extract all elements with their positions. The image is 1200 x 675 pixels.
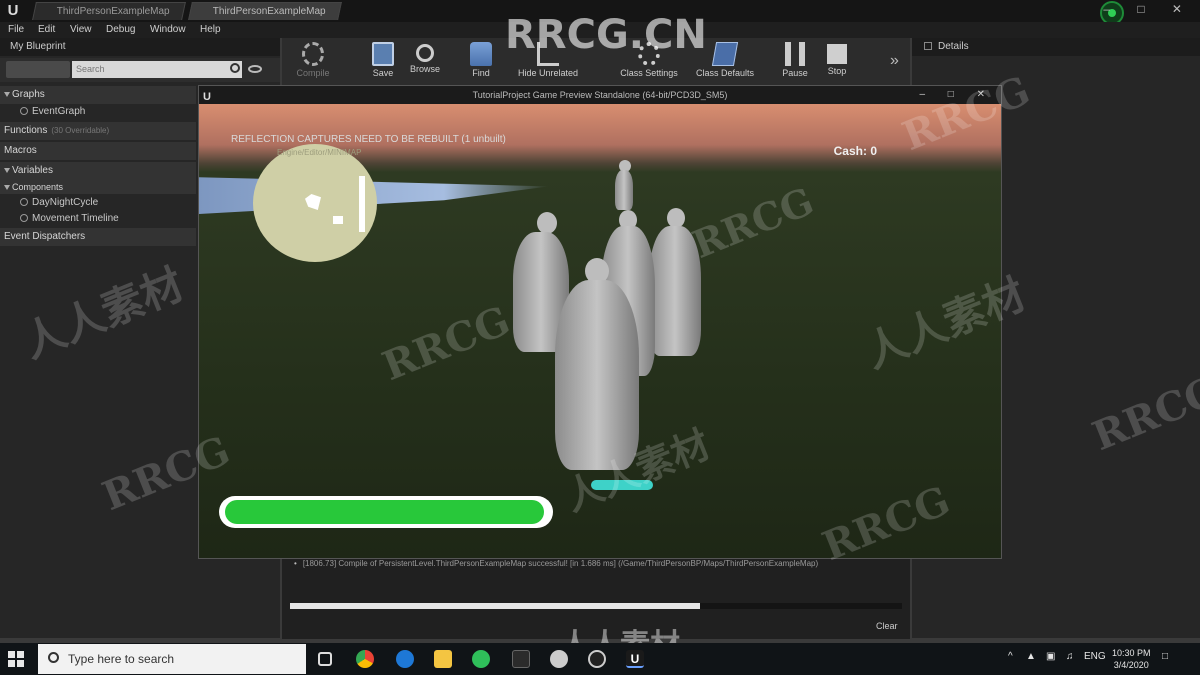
component-item-daynightcycle[interactable]: DayNightCycle	[0, 195, 196, 211]
unreal-logo-icon: U	[7, 2, 19, 19]
preview-title-bar: U TutorialProject Game Preview Standalon…	[199, 86, 1001, 104]
menu-file[interactable]: File	[8, 22, 24, 38]
details-tab[interactable]: Details	[912, 38, 1200, 56]
compile-button[interactable]: Compile	[282, 42, 344, 84]
mannequin-figure	[667, 208, 685, 228]
health-bar	[219, 496, 553, 528]
task-view-icon[interactable]	[318, 652, 332, 666]
volume-icon[interactable]: ♫	[1066, 651, 1074, 662]
network-icon[interactable]: ▲	[1026, 651, 1036, 662]
expand-triangle-icon	[4, 185, 10, 191]
stop-icon	[827, 44, 847, 64]
log-scrollbar[interactable]	[290, 603, 902, 609]
log-line: [1806.73] Compile of PersistentLevel.Thi…	[294, 559, 904, 568]
graphs-section[interactable]: Graphs	[0, 86, 196, 104]
health-bar-fill	[225, 500, 544, 524]
stop-button[interactable]: Stop	[806, 42, 868, 84]
functions-section[interactable]: Functions (30 Overridable)	[0, 122, 196, 140]
monitor-icon[interactable]: ▣	[1046, 651, 1055, 662]
windows-taskbar: Type here to search U ^ ▲ ▣ ♫ ENG 10:30 …	[0, 643, 1200, 675]
components-section[interactable]: Components	[0, 180, 196, 194]
mannequin-figure	[649, 226, 701, 356]
taskbar-search-box[interactable]: Type here to search	[38, 644, 306, 674]
windows-logo-icon	[17, 660, 24, 667]
timeline-icon	[20, 214, 28, 223]
unreal-icon[interactable]	[588, 650, 606, 668]
my-blueprint-title: My Blueprint	[0, 38, 280, 56]
preview-title: TutorialProject Game Preview Standalone …	[472, 90, 728, 100]
windows-start-button[interactable]	[8, 651, 24, 667]
eye-icon[interactable]	[248, 65, 262, 73]
component-icon	[20, 198, 28, 207]
notifications-icon[interactable]: □	[1162, 651, 1168, 662]
add-new-button[interactable]	[6, 61, 70, 78]
class-defaults-icon	[711, 42, 739, 66]
minimap-label: Engine/Editor/MINIMAP	[277, 148, 362, 157]
app-icon[interactable]	[512, 650, 530, 668]
windows-logo-icon	[17, 651, 24, 658]
macros-section[interactable]: Macros	[0, 142, 196, 160]
event-graph-item[interactable]: EventGraph	[0, 104, 196, 120]
cash-counter: Cash: 0	[833, 144, 877, 158]
graph-icon	[20, 107, 28, 116]
mannequin-figure	[537, 212, 557, 234]
toolbar-overflow-button[interactable]: »	[890, 52, 899, 70]
my-blueprint-toolbar: Search	[0, 58, 280, 82]
search-icon	[48, 652, 59, 663]
unreal-editor-icon[interactable]: U	[626, 650, 644, 668]
event-dispatchers-section[interactable]: Event Dispatchers	[0, 228, 196, 246]
log-scrollbar-thumb[interactable]	[290, 603, 701, 609]
component-item-movement-timeline[interactable]: Movement Timeline	[0, 211, 196, 227]
find-button[interactable]: Find	[450, 42, 512, 84]
binoculars-icon	[470, 42, 492, 66]
menu-help[interactable]: Help	[200, 22, 221, 38]
unreal-editor-screen: U ThirdPersonExampleMap ThirdPersonExamp…	[0, 0, 1200, 675]
blueprint-search-input[interactable]: Search	[72, 61, 242, 78]
app-icon[interactable]	[550, 650, 568, 668]
pause-icon	[785, 42, 805, 66]
chrome-icon[interactable]	[356, 650, 374, 668]
minimap-marker	[333, 216, 343, 224]
save-icon	[372, 42, 394, 66]
compile-icon	[302, 42, 324, 66]
taskbar-clock[interactable]: 10:30 PM 3/4/2020	[1112, 647, 1151, 671]
edge-icon[interactable]	[396, 650, 414, 668]
magnifier-icon	[416, 44, 434, 62]
file-explorer-icon[interactable]	[434, 650, 452, 668]
watermark-top: RRCG.CN	[505, 12, 707, 58]
expand-triangle-icon	[4, 167, 10, 173]
search-icon	[230, 63, 240, 73]
window-controls[interactable]: – □ ✕	[1103, 2, 1194, 16]
menu-debug[interactable]: Debug	[106, 22, 135, 38]
menu-window[interactable]: Window	[150, 22, 186, 38]
document-tab-1[interactable]: ThirdPersonExampleMap	[32, 2, 186, 20]
reflection-warning-text: REFLECTION CAPTURES NEED TO BE REBUILT (…	[231, 134, 506, 145]
whatsapp-icon[interactable]	[472, 650, 490, 668]
menu-edit[interactable]: Edit	[38, 22, 55, 38]
variables-section[interactable]: Variables	[0, 162, 196, 180]
tray-arrow-icon[interactable]: ^	[1008, 651, 1013, 662]
browse-button[interactable]: Browse	[394, 42, 456, 84]
mannequin-figure	[615, 170, 633, 210]
windows-logo-icon	[8, 651, 15, 658]
clear-log-button[interactable]: Clear	[876, 621, 898, 631]
details-icon	[924, 42, 932, 51]
document-tab-2[interactable]: ThirdPersonExampleMap	[188, 2, 342, 20]
windows-logo-icon	[8, 660, 15, 667]
language-indicator[interactable]: ENG	[1084, 651, 1106, 662]
menu-view[interactable]: View	[70, 22, 92, 38]
minimap-marker	[359, 176, 365, 232]
expand-triangle-icon	[4, 91, 10, 97]
